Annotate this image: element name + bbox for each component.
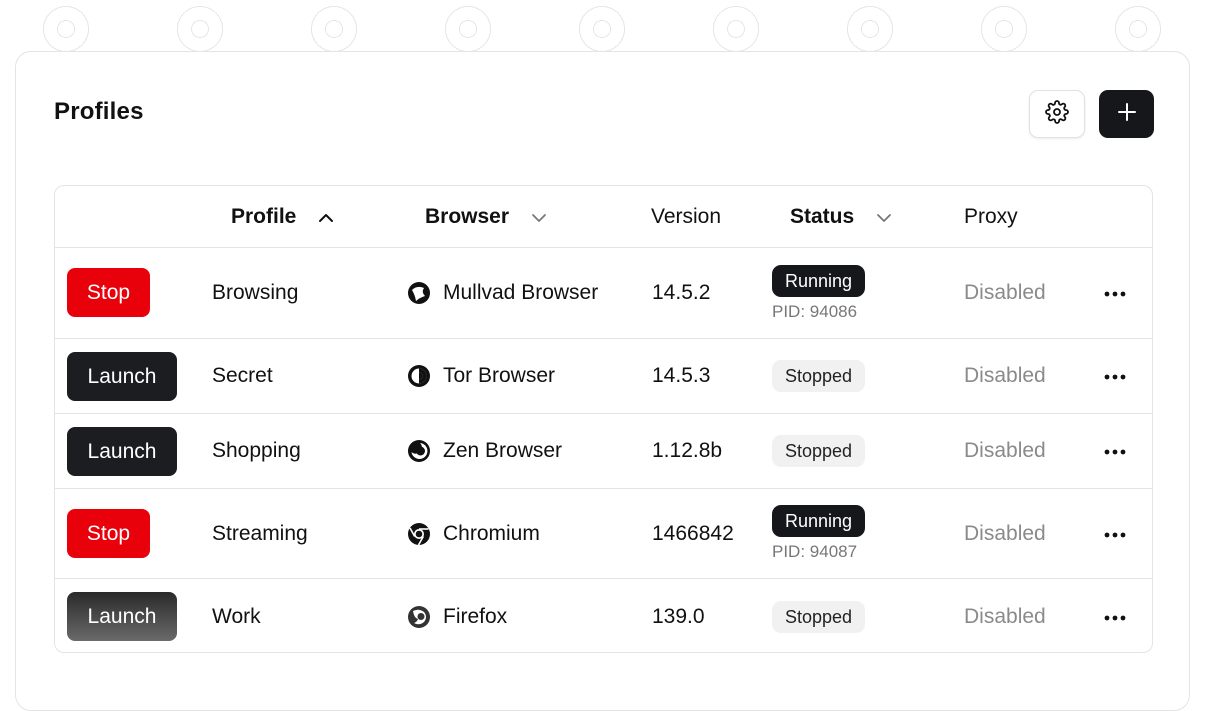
column-header-version: Version xyxy=(651,205,722,228)
table-row: Launch Shopping Zen Browser 1.12.8b Stop… xyxy=(55,414,1152,489)
gear-icon xyxy=(1045,99,1069,129)
table-row: Stop Browsing Mullvad Browser 14.5.2 Run… xyxy=(55,248,1152,339)
tor-icon xyxy=(407,364,431,388)
chevron-down-icon xyxy=(509,205,547,229)
column-header-status[interactable]: Status xyxy=(790,186,892,248)
version-value: 14.5.3 xyxy=(652,364,711,387)
version-value: 1.12.8b xyxy=(652,439,723,462)
more-options-button[interactable] xyxy=(1103,248,1127,338)
version-value: 1466842 xyxy=(652,521,734,545)
mullvad-icon xyxy=(407,281,431,305)
version-value: 14.5.2 xyxy=(652,281,711,304)
table-row: Launch Work Firefox 139.0 Stopped Disabl… xyxy=(55,579,1152,652)
browser-name: Chromium xyxy=(443,521,540,545)
browser-name: Zen Browser xyxy=(443,439,563,462)
version-value: 139.0 xyxy=(652,604,705,628)
firefox-icon xyxy=(407,605,431,629)
proxy-value: Disabled xyxy=(964,281,1046,304)
chromium-icon xyxy=(407,522,431,546)
status-cell: Stopped xyxy=(772,339,866,413)
browser-cell: Firefox xyxy=(407,579,508,652)
more-horizontal-icon xyxy=(1103,442,1127,460)
profile-name: Streaming xyxy=(212,521,308,545)
chevron-up-icon xyxy=(296,205,334,229)
proxy-value: Disabled xyxy=(964,364,1046,387)
launch-button[interactable]: Launch xyxy=(67,592,177,641)
more-horizontal-icon xyxy=(1103,284,1127,302)
browser-cell: Tor Browser xyxy=(407,339,555,413)
proxy-value: Disabled xyxy=(964,439,1046,462)
pid-label: PID: 94087 xyxy=(772,542,858,561)
chevron-down-icon xyxy=(854,205,892,229)
more-horizontal-icon xyxy=(1103,608,1127,626)
profile-name: Browsing xyxy=(212,281,299,304)
status-cell: Stopped xyxy=(772,414,866,488)
settings-button[interactable] xyxy=(1029,90,1085,138)
launch-button[interactable]: Launch xyxy=(67,427,177,476)
profile-name: Secret xyxy=(212,364,273,387)
browser-name: Mullvad Browser xyxy=(443,281,599,304)
status-badge: Stopped xyxy=(772,360,866,392)
profiles-table: Profile Browser Version Status Proxy Sto… xyxy=(54,185,1153,653)
stop-button[interactable]: Stop xyxy=(67,509,150,558)
proxy-value: Disabled xyxy=(964,521,1046,545)
status-badge: Running xyxy=(772,505,866,537)
profile-name: Shopping xyxy=(212,439,301,462)
browser-name: Tor Browser xyxy=(443,364,556,387)
browser-cell: Zen Browser xyxy=(407,414,562,488)
add-profile-button[interactable] xyxy=(1099,90,1154,138)
page-title: Profiles xyxy=(54,98,144,125)
table-row: Stop Streaming Chromium 1466842 Running … xyxy=(55,489,1152,579)
status-badge: Stopped xyxy=(772,600,866,633)
profile-name: Work xyxy=(212,604,261,628)
profiles-card: Profiles Profile Browser Version Status … xyxy=(15,51,1190,711)
table-header: Profile Browser Version Status Proxy xyxy=(55,186,1152,248)
more-options-button[interactable] xyxy=(1103,489,1127,578)
more-horizontal-icon xyxy=(1103,525,1127,543)
column-header-proxy: Proxy xyxy=(964,205,1018,228)
table-row: Launch Secret Tor Browser 14.5.3 Stopped… xyxy=(55,339,1152,414)
launch-button[interactable]: Launch xyxy=(67,352,177,401)
status-cell: Running PID: 94087 xyxy=(772,489,866,578)
status-cell: Running PID: 94086 xyxy=(772,248,866,338)
status-badge: Running xyxy=(772,264,866,297)
more-horizontal-icon xyxy=(1103,367,1127,385)
browser-cell: Chromium xyxy=(407,489,540,578)
more-options-button[interactable] xyxy=(1103,339,1127,413)
browser-cell: Mullvad Browser xyxy=(407,248,598,338)
proxy-value: Disabled xyxy=(964,604,1046,628)
column-header-profile[interactable]: Profile xyxy=(231,186,334,248)
more-options-button[interactable] xyxy=(1103,579,1127,652)
browser-name: Firefox xyxy=(443,604,508,628)
column-header-browser[interactable]: Browser xyxy=(425,186,547,248)
plus-icon xyxy=(1117,102,1137,127)
status-badge: Stopped xyxy=(772,435,866,467)
pid-label: PID: 94086 xyxy=(772,301,858,321)
status-cell: Stopped xyxy=(772,579,866,652)
zen-icon xyxy=(407,439,431,463)
more-options-button[interactable] xyxy=(1103,414,1127,488)
stop-button[interactable]: Stop xyxy=(67,268,150,317)
